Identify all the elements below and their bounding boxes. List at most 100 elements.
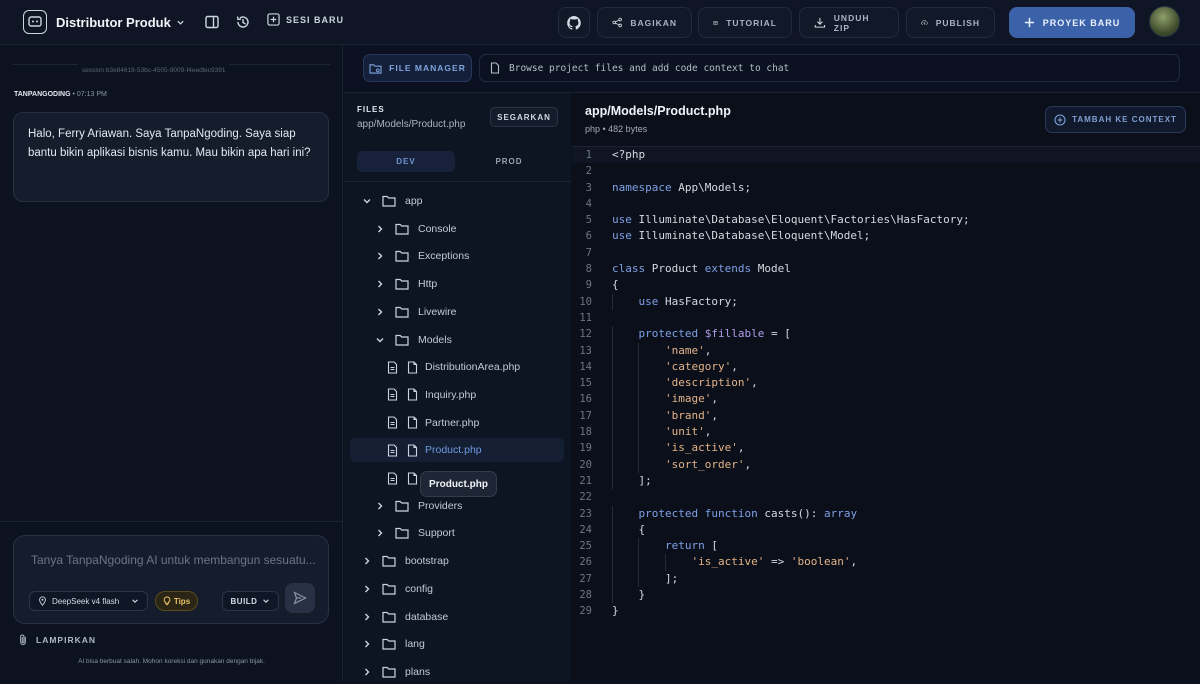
code-line[interactable]: 8 class Product extends Model xyxy=(572,261,1200,277)
code-line[interactable]: 16 'image', xyxy=(572,391,1200,408)
tree-folder-database[interactable]: database xyxy=(362,605,553,629)
code-line[interactable]: 12 protected $fillable = [ xyxy=(572,326,1200,343)
tree-folder-http[interactable]: Http xyxy=(375,272,553,296)
tree-file-product-php[interactable]: Product.php xyxy=(350,438,564,463)
mode-selector[interactable]: BUILD xyxy=(222,591,279,611)
tab-dev[interactable]: DEV xyxy=(357,151,455,172)
code-line[interactable]: 27 ]; xyxy=(572,570,1200,588)
code-text: use HasFactory; xyxy=(638,294,738,308)
tips-button[interactable]: Tips xyxy=(155,591,198,611)
model-name: DeepSeek v4 flash xyxy=(52,596,120,606)
code-line[interactable]: 9{ xyxy=(572,277,1200,293)
code-line[interactable]: 23 protected function casts(): array xyxy=(572,505,1200,522)
code-line[interactable]: 1 <?php xyxy=(572,147,1200,164)
code-line[interactable]: 20 'sort_order', xyxy=(572,456,1200,473)
send-button[interactable] xyxy=(285,583,315,613)
share-button[interactable]: BAGIKAN xyxy=(597,7,692,38)
tree-folder-exceptions[interactable]: Exceptions xyxy=(375,244,553,268)
new-session-button[interactable]: SESI BARU xyxy=(267,13,344,26)
refresh-button[interactable]: SEGARKAN xyxy=(490,107,558,127)
tab-prod[interactable]: PROD xyxy=(460,151,558,172)
code-line[interactable]: 14 'category', xyxy=(572,358,1200,376)
folder-icon xyxy=(382,638,396,650)
tree-folder-bootstrap[interactable]: bootstrap xyxy=(362,549,553,573)
tutorial-button[interactable]: TUTORIAL xyxy=(698,7,792,38)
code-line[interactable]: 10 use HasFactory; xyxy=(572,293,1200,310)
download-zip-button[interactable]: UNDUH ZIP xyxy=(799,7,899,38)
code-line[interactable]: 7 xyxy=(572,245,1200,261)
tree-file-partner-php[interactable]: Partner.php xyxy=(350,411,564,435)
code-line[interactable]: 15 'description', xyxy=(572,375,1200,392)
toggle-sidebar-icon[interactable] xyxy=(204,14,220,30)
tree-file-inquiry-php[interactable]: Inquiry.php xyxy=(350,383,564,407)
tree-folder-config[interactable]: config xyxy=(362,577,553,601)
attach-button[interactable]: LAMPIRKAN xyxy=(18,633,96,646)
code-line[interactable]: 3 namespace App\Models; xyxy=(572,180,1200,196)
line-number: 12 xyxy=(579,328,592,341)
tree-folder-app[interactable]: app xyxy=(362,189,553,213)
chat-input-box: Tanya TanpaNgoding AI untuk membangun se… xyxy=(13,535,329,624)
file-code-icon xyxy=(387,444,398,457)
tree-item-label: app xyxy=(405,195,423,207)
file-manager-label: FILE MANAGER xyxy=(389,63,466,73)
line-number: 3 xyxy=(585,181,592,194)
tree-folder-providers[interactable]: Providers xyxy=(375,494,553,518)
project-title: Distributor Produk xyxy=(56,15,171,30)
code-text: 'is_active' => 'boolean', xyxy=(691,555,858,569)
line-number: 21 xyxy=(579,474,592,487)
folder-icon xyxy=(382,195,396,207)
file-manager-button[interactable]: FILE MANAGER xyxy=(363,54,472,82)
code-line[interactable]: 11 xyxy=(572,310,1200,326)
chevron-right-icon xyxy=(375,224,385,234)
code-line[interactable]: 18 'unit', xyxy=(572,424,1200,441)
line-number: 10 xyxy=(579,295,592,308)
code-line[interactable]: 6 use Illuminate\Database\Eloquent\Model; xyxy=(572,228,1200,244)
code-line[interactable]: 4 xyxy=(572,196,1200,212)
editor-file-meta: php • 482 bytes xyxy=(585,124,648,134)
code-text: namespace App\Models; xyxy=(612,180,752,194)
tree-folder-console[interactable]: Console xyxy=(375,217,553,241)
code-line[interactable]: 21 ]; xyxy=(572,472,1200,490)
code-line[interactable]: 5 use Illuminate\Database\Eloquent\Factor… xyxy=(572,212,1200,228)
tree-item-label: bootstrap xyxy=(405,555,449,568)
folder-icon xyxy=(395,334,409,346)
code-line[interactable]: 22 xyxy=(572,489,1200,505)
tree-item-label: Livewire xyxy=(418,305,457,318)
project-title-dropdown[interactable]: Distributor Produk xyxy=(56,15,185,30)
chat-input[interactable]: Tanya TanpaNgoding AI untuk membangun se… xyxy=(31,553,316,567)
tree-folder-lang[interactable]: lang xyxy=(362,632,553,656)
code-area[interactable]: 1 <?php 2 3 namespace App\Models; 4 5 use Illum… xyxy=(572,147,1200,620)
code-line[interactable]: 13 'name', xyxy=(572,342,1200,359)
code-line[interactable]: 26 'is_active' => 'boolean', xyxy=(572,554,1200,571)
plus-square-icon xyxy=(267,13,280,26)
message-time: • 07:13 PM xyxy=(72,91,107,98)
tree-item-label: Partner.php xyxy=(425,416,480,429)
tree-folder-plans[interactable]: plans xyxy=(362,660,553,684)
tree-folder-livewire[interactable]: Livewire xyxy=(375,300,553,324)
code-line[interactable]: 24 { xyxy=(572,521,1200,539)
code-text: { xyxy=(612,522,646,536)
code-text: 'name', xyxy=(664,343,712,357)
code-line[interactable]: 28 } xyxy=(572,587,1200,604)
tree-file-distributionarea-php[interactable]: DistributionArea.php xyxy=(350,355,564,379)
app-logo-icon[interactable] xyxy=(23,10,47,34)
user-avatar[interactable] xyxy=(1149,6,1180,37)
code-text: class Product extends Model xyxy=(612,262,791,276)
code-line[interactable]: 25 return [ xyxy=(572,538,1200,555)
model-selector[interactable]: DeepSeek v4 flash xyxy=(29,591,148,611)
history-icon[interactable] xyxy=(235,14,251,30)
download-icon xyxy=(814,17,826,28)
tree-folder-models[interactable]: Models xyxy=(375,328,553,352)
new-project-button[interactable]: PROYEK BARU xyxy=(1009,7,1135,38)
add-to-context-label: TAMBAH KE CONTEXT xyxy=(1072,115,1177,124)
code-line[interactable]: 29} xyxy=(572,603,1200,619)
tree-folder-support[interactable]: Support xyxy=(375,521,553,545)
github-button[interactable] xyxy=(558,7,590,38)
code-line[interactable]: 2 xyxy=(572,163,1200,179)
code-text: } xyxy=(612,604,619,618)
folder-icon xyxy=(395,306,409,318)
add-to-context-button[interactable]: TAMBAH KE CONTEXT xyxy=(1045,106,1186,133)
code-line[interactable]: 17 'brand', xyxy=(572,407,1200,425)
code-line[interactable]: 19 'is_active', xyxy=(572,440,1200,457)
publish-button[interactable]: PUBLISH xyxy=(906,7,995,38)
